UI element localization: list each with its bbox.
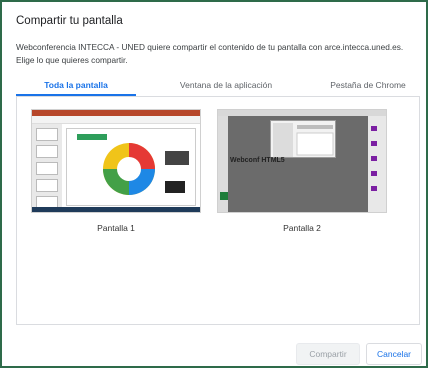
tab-entire-screen[interactable]: Toda la pantalla	[16, 78, 136, 96]
cancel-button[interactable]: Cancelar	[366, 343, 422, 365]
browser-toolbar	[218, 110, 386, 116]
screen-1-thumbnail[interactable]	[31, 109, 201, 213]
source-tabs: Toda la pantalla Ventana de la aplicació…	[16, 78, 420, 96]
tab-chrome-tab[interactable]: Pestaña de Chrome	[316, 78, 420, 96]
screen-2-thumbnail[interactable]: Webconf HTML5	[217, 109, 387, 213]
slide-graphic-icon	[77, 134, 189, 195]
tab-application-window[interactable]: Ventana de la aplicación	[156, 78, 296, 96]
window-content-icon	[273, 123, 334, 157]
screen-1-label: Pantalla 1	[97, 223, 135, 233]
status-indicator	[220, 192, 228, 200]
slide-thumbnails-pane	[32, 124, 62, 210]
slide-canvas	[66, 128, 196, 206]
dialog-title: Compartir tu pantalla	[16, 15, 123, 27]
dialog-description: Webconferencia INTECCA - UNED quiere com…	[16, 42, 404, 65]
share-screen-dialog: Compartir tu pantalla Webconferencia INT…	[0, 0, 428, 368]
share-button[interactable]: Compartir	[296, 343, 360, 365]
taskbar	[32, 207, 200, 212]
screen-source-2[interactable]: Webconf HTML5 Pantalla 2	[217, 109, 387, 233]
sources-panel: Pantalla 1 Webconf HTML5 Pantalla 2	[16, 97, 420, 325]
screen-source-1[interactable]: Pantalla 1	[31, 109, 201, 233]
right-panel	[368, 116, 386, 212]
participant-list-icon	[371, 126, 377, 191]
shared-window	[270, 120, 336, 158]
screen-2-label: Pantalla 2	[283, 223, 321, 233]
app-ribbon	[32, 116, 200, 124]
webconf-title: Webconf HTML5	[230, 157, 285, 164]
